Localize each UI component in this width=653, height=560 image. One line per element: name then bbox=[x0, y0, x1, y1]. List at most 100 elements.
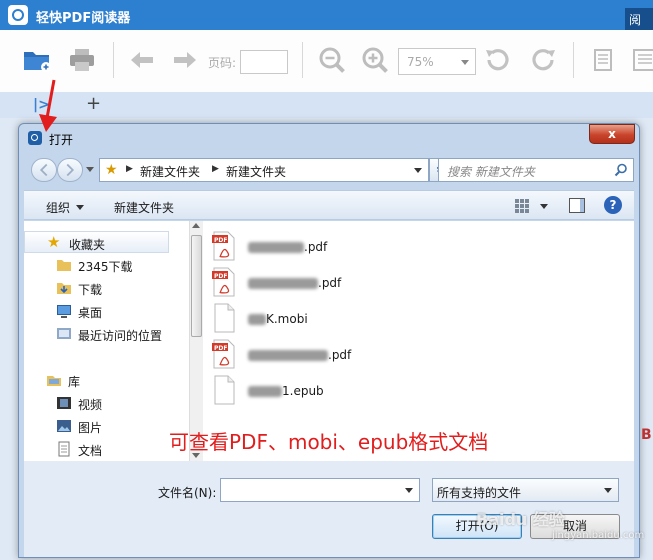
watermark: Baidu 经验 bbox=[476, 510, 565, 529]
search-input[interactable]: 搜索 新建文件夹 bbox=[438, 158, 634, 182]
nav-item-label: 视频 bbox=[78, 398, 103, 412]
file-name: .pdf bbox=[248, 276, 341, 290]
open-dialog: 打开 x ★ ▶ 新建文件夹 ▶ 新建文件夹 ⇆ 搜索 新建文件夹 组织 新建文… bbox=[18, 123, 640, 558]
single-page-view-button[interactable] bbox=[588, 45, 618, 75]
breadcrumb-item[interactable]: 新建文件夹 bbox=[226, 163, 286, 180]
arrow-right-icon bbox=[174, 52, 196, 68]
edge-text: B bbox=[641, 427, 652, 443]
zoom-select[interactable]: 75% bbox=[398, 48, 476, 75]
nav-item-label: 收藏夹 bbox=[69, 238, 106, 252]
nav-item-pictures[interactable]: 图片 bbox=[24, 415, 174, 437]
double-page-view-button[interactable] bbox=[630, 45, 653, 75]
desktop-icon bbox=[57, 305, 71, 318]
annotation-caption: 可查看PDF、mobi、epub格式文档 bbox=[169, 430, 489, 454]
toolbar-separator bbox=[573, 42, 574, 78]
preview-pane-icon[interactable] bbox=[569, 198, 585, 213]
view-options-icon[interactable] bbox=[514, 198, 530, 214]
nav-item-libraries[interactable]: 库 bbox=[24, 369, 174, 391]
prev-page-button[interactable] bbox=[127, 45, 157, 75]
nav-item-recent-places[interactable]: 最近访问的位置 bbox=[24, 323, 174, 345]
file-item[interactable]: PDF .pdf bbox=[206, 231, 506, 263]
nav-item-videos[interactable]: 视频 bbox=[24, 392, 174, 414]
page-label: 页码: bbox=[208, 56, 237, 70]
nav-item-label: 下载 bbox=[78, 283, 103, 297]
organize-button[interactable]: 组织 bbox=[46, 199, 70, 216]
zoom-out-icon bbox=[319, 47, 345, 73]
scroll-thumb[interactable] bbox=[191, 235, 202, 337]
file-list: PDF .pdf PDF .pdf K.mobi PDF .pdf 1.epub bbox=[206, 221, 634, 461]
zoom-in-button[interactable] bbox=[360, 45, 390, 75]
file-name: K.mobi bbox=[248, 312, 308, 326]
breadcrumb-item[interactable]: 新建文件夹 bbox=[140, 163, 200, 180]
svg-text:PDF: PDF bbox=[214, 345, 227, 352]
watermark-domain: jingyan.baidu.com bbox=[552, 530, 645, 541]
recent-locations-dropdown[interactable] bbox=[86, 167, 94, 172]
zoom-in-icon bbox=[362, 47, 388, 73]
filename-input[interactable] bbox=[220, 478, 420, 502]
chevron-down-icon[interactable] bbox=[414, 168, 422, 173]
app-logo-icon bbox=[8, 5, 28, 25]
rotate-left-button[interactable] bbox=[483, 45, 513, 75]
print-button[interactable] bbox=[67, 45, 97, 75]
open-folder-icon bbox=[24, 52, 51, 72]
address-bar[interactable]: ★ ▶ 新建文件夹 ▶ 新建文件夹 bbox=[99, 158, 429, 182]
back-button[interactable] bbox=[31, 158, 57, 182]
toolbar: 页码: 75% bbox=[0, 30, 653, 92]
video-icon bbox=[57, 397, 71, 409]
filename-label: 文件名(N): bbox=[158, 486, 217, 500]
browser-content: ★ 收藏夹 2345下载 下载 桌面 最近访问的位置 库 视频 图片 文档 PD… bbox=[24, 221, 634, 461]
next-page-button[interactable] bbox=[170, 45, 200, 75]
pdf-file-icon: PDF bbox=[212, 267, 235, 297]
new-folder-button[interactable]: 新建文件夹 bbox=[114, 199, 174, 216]
file-name: .pdf bbox=[248, 348, 351, 362]
search-icon bbox=[614, 163, 627, 177]
nav-item-label: 桌面 bbox=[78, 306, 103, 320]
add-tab-button[interactable]: + bbox=[86, 93, 101, 114]
document-icon bbox=[58, 441, 70, 457]
rotate-right-button[interactable] bbox=[528, 45, 558, 75]
nav-item-label: 2345下载 bbox=[78, 260, 133, 274]
nav-item-2345-download[interactable]: 2345下载 bbox=[24, 254, 174, 276]
filetype-select[interactable]: 所有支持的文件 bbox=[432, 478, 619, 502]
svg-text:PDF: PDF bbox=[214, 273, 227, 280]
app-titlebar: 轻快PDF阅读器 阅 bbox=[0, 0, 653, 30]
file-item[interactable]: PDF .pdf bbox=[206, 267, 506, 299]
file-name: 1.epub bbox=[248, 384, 324, 398]
pdf-file-icon: PDF bbox=[212, 339, 235, 369]
scroll-up-icon[interactable] bbox=[192, 223, 200, 228]
chevron-down-icon bbox=[461, 60, 469, 65]
file-icon bbox=[214, 303, 235, 333]
file-item[interactable]: K.mobi bbox=[206, 303, 506, 335]
picture-icon bbox=[57, 420, 71, 432]
nav-item-favorites[interactable]: ★ 收藏夹 bbox=[24, 231, 169, 253]
close-button[interactable]: x bbox=[589, 124, 635, 144]
forward-button[interactable] bbox=[57, 158, 83, 182]
zoom-out-button[interactable] bbox=[317, 45, 347, 75]
app-menu-tab[interactable]: 阅 bbox=[625, 8, 653, 30]
folder-icon bbox=[57, 260, 71, 271]
search-placeholder: 搜索 新建文件夹 bbox=[447, 165, 535, 179]
file-item[interactable]: 1.epub bbox=[206, 375, 506, 407]
arrow-right-icon bbox=[66, 163, 75, 177]
tab-strip: |> + bbox=[0, 92, 653, 118]
nav-scrollbar[interactable] bbox=[189, 221, 203, 461]
chevron-down-icon bbox=[76, 205, 84, 210]
nav-item-downloads[interactable]: 下载 bbox=[24, 277, 174, 299]
help-icon[interactable]: ? bbox=[604, 196, 622, 214]
annotation-arrow-icon bbox=[39, 79, 57, 132]
toolbar-separator bbox=[302, 42, 303, 78]
chevron-down-icon[interactable] bbox=[405, 488, 413, 493]
chevron-down-icon[interactable] bbox=[540, 204, 548, 209]
nav-item-label: 文档 bbox=[78, 444, 103, 458]
page-number-input[interactable] bbox=[240, 50, 288, 74]
file-item[interactable]: PDF .pdf bbox=[206, 339, 506, 371]
nav-item-desktop[interactable]: 桌面 bbox=[24, 300, 174, 322]
nav-item-documents[interactable]: 文档 bbox=[24, 438, 174, 460]
open-folder-button[interactable] bbox=[22, 45, 52, 75]
toolbar-separator bbox=[113, 42, 114, 78]
chevron-right-icon: ▶ bbox=[126, 164, 133, 174]
rotate-left-icon bbox=[486, 49, 509, 71]
star-icon: ★ bbox=[105, 162, 118, 178]
file-icon bbox=[214, 375, 235, 405]
navigation-pane: ★ 收藏夹 2345下载 下载 桌面 最近访问的位置 库 视频 图片 文档 bbox=[24, 221, 186, 461]
